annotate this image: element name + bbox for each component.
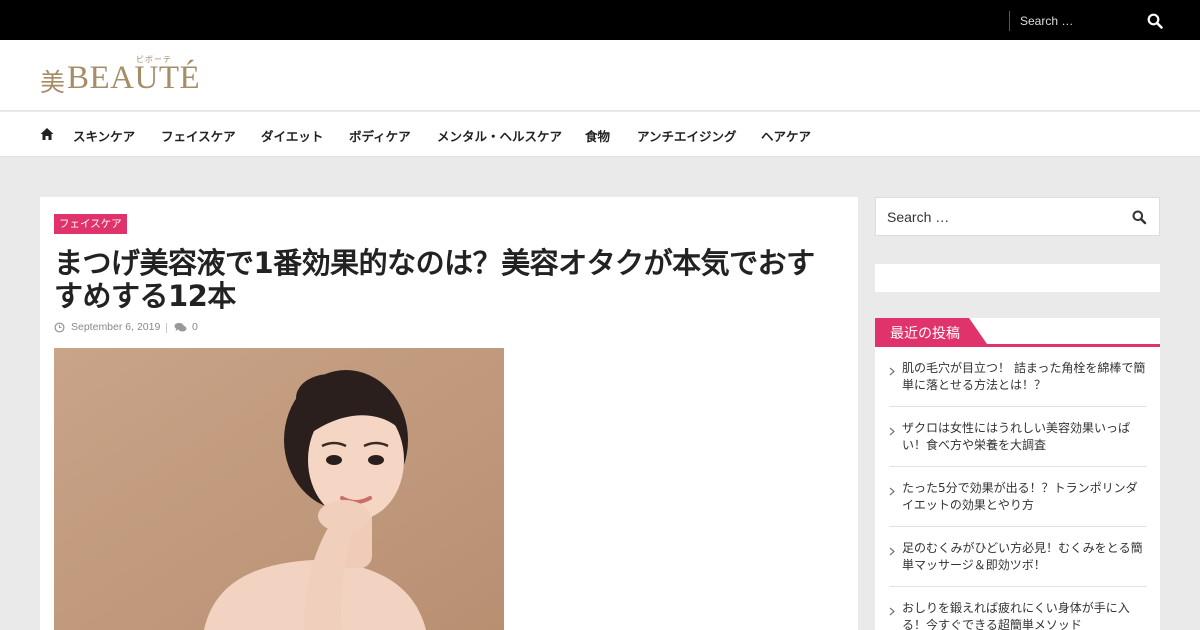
nav-item-antiaging[interactable]: アンチエイジング (637, 126, 737, 145)
list-item: おしりを鍛えれば疲れにくい身体が手に入る！今すぐできる超簡単メソッド (889, 587, 1147, 630)
top-search-form (1009, 11, 1169, 31)
list-item: 足のむくみがひどい方必見！むくみをとる簡単マッサージ＆即効ツボ！ (889, 527, 1147, 587)
recent-post-link[interactable]: 足のむくみがひどい方必見！むくみをとる簡単マッサージ＆即効ツボ！ (902, 540, 1147, 574)
featured-image (54, 348, 504, 630)
category-badge[interactable]: フェイスケア (54, 214, 127, 234)
comments-icon (174, 322, 187, 332)
article: フェイスケア まつげ美容液で1番効果的なのは？美容オタクが本気でおすすめする12… (40, 197, 858, 630)
chevron-right-icon (889, 487, 895, 496)
list-item: 肌の毛穴が目立つ！ 詰まった角栓を綿棒で簡単に落とせる方法とは！？ (889, 347, 1147, 407)
list-item: ザクロは女性にはうれしい美容効果いっぱい！食べ方や栄養を大調査 (889, 407, 1147, 467)
nav-item-food[interactable]: 食物 (585, 126, 610, 145)
search-icon[interactable] (1146, 12, 1164, 30)
site-logo[interactable]: 美 BEAUTÉ ビボーテ (40, 55, 201, 97)
top-bar (0, 0, 1200, 40)
site-header: 美 BEAUTÉ ビボーテ (0, 40, 1200, 111)
nav-item-facecare[interactable]: フェイスケア (161, 126, 236, 145)
clock-icon (54, 322, 65, 333)
logo-wordmark: BEAUTÉ (67, 60, 201, 96)
nav-item-bodycare[interactable]: ボディケア (349, 126, 411, 145)
list-item: たった5分で効果が出る！？トランポリンダイエットの効果とやり方 (889, 467, 1147, 527)
article-date[interactable]: September 6, 2019 (71, 321, 160, 333)
nav-item-haircare[interactable]: ヘアケア (761, 126, 811, 145)
logo-furigana: ビボーテ (136, 55, 172, 64)
logo-kanji: 美 (40, 68, 66, 97)
widget-header: 最近の投稿 (875, 318, 1160, 347)
home-icon[interactable] (39, 126, 55, 142)
sidebar-search-input[interactable] (887, 207, 1107, 227)
chevron-right-icon (889, 607, 895, 616)
recent-posts-list: 肌の毛穴が目立つ！ 詰まった角栓を綿棒で簡単に落とせる方法とは！？ ザクロは女性… (889, 347, 1147, 630)
sidebar-empty-widget (875, 264, 1160, 292)
sidebar-search-form (875, 197, 1160, 236)
widget-title: 最近の投稿 (890, 326, 960, 342)
chevron-right-icon (889, 367, 895, 376)
recent-post-link[interactable]: 肌の毛穴が目立つ！ 詰まった角栓を綿棒で簡単に落とせる方法とは！？ (902, 360, 1147, 394)
recent-post-link[interactable]: おしりを鍛えれば疲れにくい身体が手に入る！今すぐできる超簡単メソッド (902, 600, 1147, 630)
search-icon[interactable] (1131, 209, 1147, 225)
meta-divider (166, 323, 167, 333)
nav-item-skincare[interactable]: スキンケア (73, 126, 135, 145)
nav-item-diet[interactable]: ダイエット (261, 126, 323, 145)
chevron-right-icon (889, 427, 895, 436)
main-nav: スキンケア フェイスケア ダイエット ボディケア メンタル・ヘルスケア 食物 ア… (0, 112, 1200, 157)
recent-posts-widget: 最近の投稿 肌の毛穴が目立つ！ 詰まった角栓を綿棒で簡単に落とせる方法とは！？ … (875, 318, 1160, 630)
comment-count[interactable]: 0 (192, 321, 198, 333)
portrait-illustration (54, 348, 504, 630)
top-search-input[interactable] (1020, 12, 1135, 30)
recent-post-link[interactable]: ザクロは女性にはうれしい美容効果いっぱい！食べ方や栄養を大調査 (902, 420, 1147, 454)
article-title: まつげ美容液で1番効果的なのは？美容オタクが本気でおすすめする12本 (54, 246, 815, 313)
nav-item-mental-healthcare[interactable]: メンタル・ヘルスケア (437, 126, 562, 145)
chevron-right-icon (889, 547, 895, 556)
recent-post-link[interactable]: たった5分で効果が出る！？トランポリンダイエットの効果とやり方 (902, 480, 1147, 514)
